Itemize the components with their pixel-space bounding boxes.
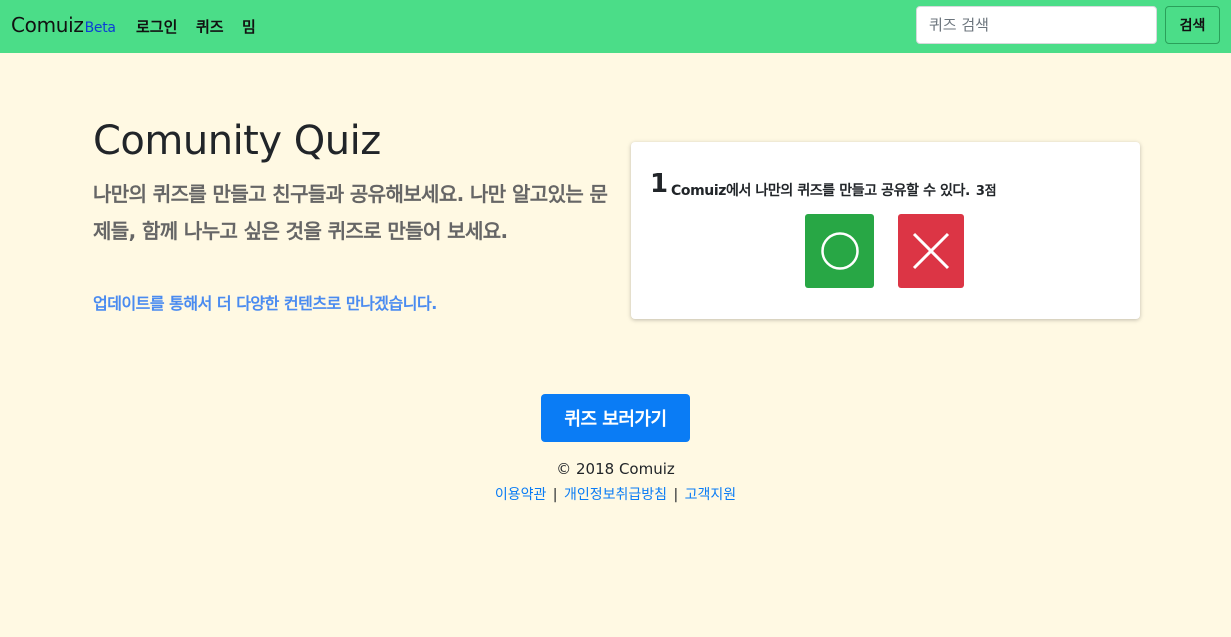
footer-links: 이용약관 | 개인정보취급방침 | 고객지원 xyxy=(0,484,1231,504)
hero-title: Comunity Quiz xyxy=(93,118,381,164)
question-text-line: Comuiz에서 나만의 퀴즈를 만들고 공유할 수 있다. 3점 xyxy=(671,180,997,200)
copyright: © 2018 Comuiz xyxy=(556,460,675,478)
question-text: Comuiz에서 나만의 퀴즈를 만들고 공유할 수 있다. xyxy=(671,183,970,199)
search-button[interactable]: 검색 xyxy=(1165,6,1220,44)
update-note: 업데이트를 통해서 더 다양한 컨텐츠로 만나겠습니다. xyxy=(93,294,437,313)
question-number: 1 xyxy=(650,169,669,199)
footer-separator: | xyxy=(552,487,558,503)
x-icon xyxy=(912,232,950,270)
nav-quiz[interactable]: 퀴즈 xyxy=(196,16,224,37)
nav-login[interactable]: 로그인 xyxy=(136,16,177,37)
footer-separator: | xyxy=(673,487,679,503)
beta-badge: Beta xyxy=(84,20,116,36)
navbar: ComuizBeta 로그인 퀴즈 밈 검색 xyxy=(0,0,1231,53)
brand-name: Comuiz xyxy=(11,13,84,37)
privacy-policy-link[interactable]: 개인정보취급방침 xyxy=(564,487,667,503)
brand-logo[interactable]: ComuizBeta xyxy=(11,13,116,37)
nav-meme[interactable]: 밈 xyxy=(242,16,256,37)
terms-link[interactable]: 이용약관 xyxy=(495,487,547,503)
search-input[interactable] xyxy=(916,6,1157,44)
circle-icon xyxy=(820,232,859,270)
hero-lead: 나만의 퀴즈를 만들고 친구들과 공유해보세요. 나만 알고있는 문제들, 함께… xyxy=(93,182,608,243)
false-answer-button[interactable] xyxy=(898,214,964,288)
customer-support-link[interactable]: 고객지원 xyxy=(685,487,737,503)
question-points: 3점 xyxy=(975,184,997,199)
view-quizzes-button[interactable]: 퀴즈 보러가기 xyxy=(541,394,690,442)
true-answer-button[interactable] xyxy=(805,214,874,288)
quiz-card: 1 Comuiz에서 나만의 퀴즈를 만들고 공유할 수 있다. 3점 xyxy=(631,142,1140,319)
